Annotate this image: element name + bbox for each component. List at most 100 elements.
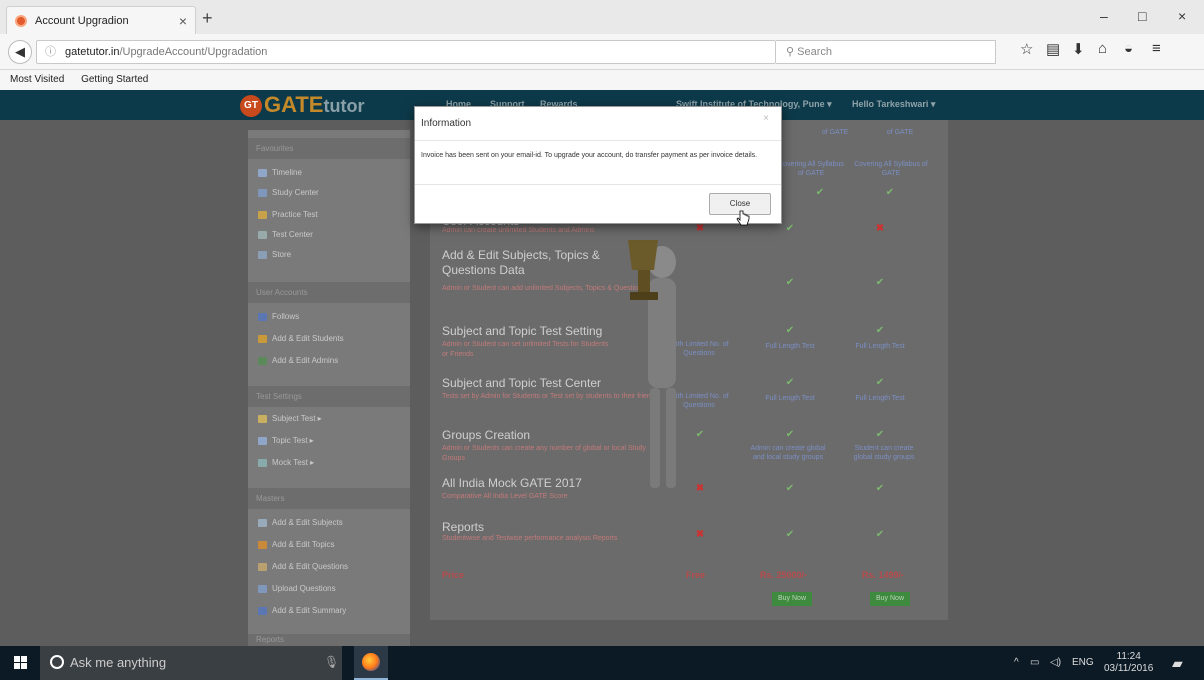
url-domain: gatetutor.in [65, 46, 120, 58]
cortana-search-box[interactable]: Ask me anything [40, 646, 342, 680]
check-icon: ✔ [885, 187, 895, 198]
tray-chevron-icon[interactable]: ^ [1014, 646, 1019, 680]
bookmark-star-icon[interactable]: ☆ [1020, 40, 1033, 58]
screen: Account Upgradion × + – □ × ◀ ⓘ gatetuto… [0, 0, 1204, 680]
nav-user[interactable]: Hello Tarkeshwari ▾ [852, 99, 935, 110]
back-button[interactable]: ◀ [8, 40, 32, 64]
dialog-close-icon[interactable]: × [763, 113, 769, 124]
cortana-placeholder: Ask me anything [70, 655, 167, 670]
sidebar-section-title: Reports [248, 634, 410, 646]
clock-time: 11:24 [1116, 651, 1141, 662]
check-icon: ✔ [785, 277, 795, 288]
row-title: Reports [442, 520, 485, 534]
sidebar-item-add-edit-subjects[interactable]: Add & Edit Subjects [258, 518, 343, 527]
check-icon: ✔ [815, 187, 825, 198]
row-title: Groups Creation [442, 428, 531, 442]
site-info-icon[interactable]: ⓘ [45, 41, 56, 63]
microphone-icon[interactable]: 🎙 [324, 655, 339, 669]
row-title: Subject and Topic Test Center [442, 376, 601, 390]
windows-taskbar: Ask me anything 🎙 ^ ▭ ◁) ENG 11:24 03/11… [0, 646, 1204, 680]
sidebar-section-title: Test Settings [248, 386, 410, 407]
sidebar-section-title: Masters [248, 488, 410, 509]
check-icon: ✔ [875, 325, 885, 336]
sidebar-item-practice-test[interactable]: Practice Test [258, 210, 318, 219]
trophy-figure-image [628, 240, 676, 488]
clock[interactable]: 11:24 03/11/2016 [1104, 646, 1153, 680]
plan-cell: Full Length Test [855, 343, 905, 350]
clock-date: 03/11/2016 [1104, 663, 1154, 674]
bookmark-most-visited[interactable]: Most Visited [10, 74, 64, 85]
check-icon: ✔ [875, 529, 885, 540]
tab-title: Account Upgradion [35, 14, 129, 27]
sidebar-item-timeline[interactable]: Timeline [258, 168, 302, 177]
bookmarks-bar: Most Visited Getting Started [0, 70, 1204, 90]
check-icon: ✔ [875, 429, 885, 440]
information-dialog: Information × Invoice has been sent on y… [414, 106, 782, 224]
network-icon[interactable]: ▭ [1030, 646, 1039, 680]
restore-button[interactable]: □ [1138, 8, 1146, 24]
buy-now-button[interactable]: Buy Now [870, 592, 910, 606]
buy-now-button[interactable]: Buy Now [772, 592, 812, 606]
hand-cursor-icon [736, 210, 750, 226]
window-close-button[interactable]: × [1178, 8, 1186, 24]
sidebar-section-title: User Accounts [248, 282, 410, 303]
cross-icon: ✖ [695, 529, 705, 540]
check-icon: ✔ [785, 483, 795, 494]
sidebar: Favourites Timeline Study Center Practic… [248, 130, 410, 646]
price-student: Rs. 1499/- [862, 570, 905, 580]
language-indicator[interactable]: ENG [1072, 646, 1094, 680]
practice-test-icon [258, 210, 267, 219]
browser-tab[interactable]: Account Upgradion × [6, 6, 196, 34]
dialog-message: Invoice has been sent on your email-id. … [415, 141, 781, 185]
syllabus-cell: Covering All Syllabus of GATE [854, 161, 928, 177]
library-icon[interactable]: ▤ [1046, 40, 1060, 58]
windows-start-icon[interactable] [14, 656, 28, 670]
sidebar-item-add-edit-topics[interactable]: Add & Edit Topics [258, 540, 335, 549]
plan-cell: Admin can create global and local study … [750, 445, 826, 461]
menu-icon[interactable]: ≡ [1152, 40, 1161, 57]
logo-badge: GT [240, 95, 262, 118]
row-title: All India Mock GATE 2017 [442, 476, 582, 490]
search-icon: ⚲ [786, 46, 795, 58]
sidebar-item-follows[interactable]: Follows [258, 312, 299, 321]
sidebar-item-add-edit-admins[interactable]: Add & Edit Admins [258, 356, 338, 365]
syllabus-cell: Covering All Syllabus of GATE [778, 161, 844, 177]
upload-icon [258, 584, 267, 593]
notifications-icon[interactable]: ▰ [1172, 646, 1183, 680]
address-bar[interactable]: ⓘ gatetutor.in/UpgradeAccount/Upgradatio… [36, 40, 801, 64]
sidebar-item-add-edit-summary[interactable]: Add & Edit Summary [258, 606, 346, 615]
sidebar-item-add-edit-questions[interactable]: Add & Edit Questions [258, 562, 348, 571]
sidebar-item-mock-test[interactable]: Mock Test ▸ [258, 458, 314, 467]
new-tab-button[interactable]: + [202, 8, 213, 29]
sidebar-item-upload-questions[interactable]: Upload Questions [258, 584, 336, 593]
price-admin: Rs. 25000/- [760, 570, 808, 580]
check-icon: ✔ [875, 483, 885, 494]
sidebar-item-test-center[interactable]: Test Center [258, 230, 313, 239]
firefox-icon [362, 653, 380, 671]
tab-close-icon[interactable]: × [179, 13, 187, 29]
sidebar-item-study-center[interactable]: Study Center [258, 188, 319, 197]
row-description: Admin or Student can set unlimited Tests… [442, 341, 609, 358]
sidebar-item-topic-test[interactable]: Topic Test ▸ [258, 436, 314, 445]
study-center-icon [258, 188, 267, 197]
sidebar-item-store[interactable]: Store [258, 250, 291, 259]
minimize-button[interactable]: – [1100, 8, 1108, 24]
firefox-taskbar-button[interactable] [354, 646, 388, 680]
home-icon[interactable]: ⌂ [1098, 40, 1107, 57]
sidebar-section-title: Favourites [248, 138, 410, 159]
logo-main: GATE [264, 92, 324, 117]
sidebar-item-add-edit-students[interactable]: Add & Edit Students [258, 334, 344, 343]
sidebar-item-subject-test[interactable]: Subject Test ▸ [258, 414, 322, 423]
plan-cell: Full Length Test [765, 395, 815, 402]
plan-cell: Full Length Test [765, 343, 815, 350]
downloads-icon[interactable]: ⬇ [1072, 40, 1085, 58]
site-logo[interactable]: GT GATEtutor [240, 92, 364, 118]
volume-icon[interactable]: ◁) [1050, 646, 1061, 680]
search-input[interactable]: ⚲ Search [776, 40, 996, 64]
row-title: Subject and Topic Test Setting [442, 324, 603, 338]
bookmark-getting-started[interactable]: Getting Started [81, 74, 148, 85]
subject-test-icon [258, 414, 267, 423]
students-icon [258, 334, 267, 343]
plan-cell: Student can create global study groups [853, 445, 915, 461]
pocket-icon[interactable]: ◒ [1124, 40, 1133, 57]
